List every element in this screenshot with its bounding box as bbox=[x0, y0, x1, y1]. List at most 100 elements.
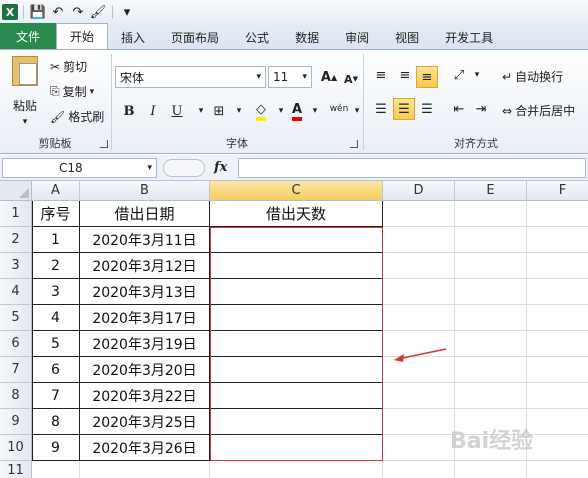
table-cell[interactable] bbox=[80, 461, 210, 478]
tab-view[interactable]: 视图 bbox=[382, 25, 432, 49]
table-cell[interactable]: 2 bbox=[32, 253, 80, 279]
table-cell[interactable]: 2020年3月25日 bbox=[80, 409, 210, 435]
format-painter-button[interactable]: 🖌 格式刷 bbox=[50, 108, 104, 125]
font-launcher-icon[interactable] bbox=[350, 140, 358, 148]
table-cell[interactable] bbox=[32, 461, 80, 478]
font-size-select[interactable]: 11 ▾ bbox=[268, 66, 312, 88]
table-cell[interactable] bbox=[383, 279, 455, 305]
align-left-icon[interactable]: ☰ bbox=[370, 98, 392, 120]
table-cell[interactable]: 2020年3月22日 bbox=[80, 383, 210, 409]
align-bottom-icon[interactable]: ≡ bbox=[416, 66, 438, 88]
table-cell[interactable] bbox=[383, 305, 455, 331]
column-header-b[interactable]: B bbox=[80, 181, 210, 201]
table-cell[interactable] bbox=[455, 357, 527, 383]
row-header[interactable]: 7 bbox=[0, 357, 32, 383]
row-header[interactable]: 5 bbox=[0, 305, 32, 331]
table-cell[interactable] bbox=[455, 461, 527, 478]
save-icon[interactable]: 💾 bbox=[29, 3, 47, 21]
table-cell[interactable] bbox=[210, 409, 383, 435]
table-cell[interactable] bbox=[455, 227, 527, 253]
tab-page-layout[interactable]: 页面布局 bbox=[158, 25, 232, 49]
insert-function-icon[interactable]: fx bbox=[214, 160, 227, 175]
table-cell[interactable] bbox=[527, 357, 588, 383]
align-center-icon[interactable]: ☰ bbox=[393, 98, 415, 120]
table-cell[interactable] bbox=[527, 253, 588, 279]
row-header[interactable]: 4 bbox=[0, 279, 32, 305]
shrink-font-icon[interactable]: A ▼ bbox=[340, 68, 362, 90]
table-cell[interactable] bbox=[527, 409, 588, 435]
table-cell[interactable] bbox=[210, 331, 383, 357]
table-cell[interactable]: 借出天数 bbox=[210, 201, 383, 227]
increase-indent-icon[interactable]: ⇥ bbox=[470, 98, 492, 120]
merge-center-button[interactable]: ⇔ 合并后居中 bbox=[502, 102, 575, 119]
table-cell[interactable] bbox=[455, 253, 527, 279]
table-cell[interactable] bbox=[455, 201, 527, 227]
row-header[interactable]: 6 bbox=[0, 331, 32, 357]
column-header-e[interactable]: E bbox=[455, 181, 527, 201]
table-cell[interactable] bbox=[210, 279, 383, 305]
table-cell[interactable] bbox=[527, 201, 588, 227]
table-cell[interactable]: 4 bbox=[32, 305, 80, 331]
table-cell[interactable] bbox=[383, 201, 455, 227]
tab-insert[interactable]: 插入 bbox=[108, 25, 158, 49]
copy-button[interactable]: ⎘ 复制 ▾ bbox=[50, 83, 94, 100]
column-header-f[interactable]: F bbox=[527, 181, 588, 201]
table-cell[interactable]: 5 bbox=[32, 331, 80, 357]
table-cell[interactable]: 3 bbox=[32, 279, 80, 305]
cut-button[interactable]: ✂ 剪切 bbox=[50, 58, 87, 75]
align-right-icon[interactable]: ☰ bbox=[416, 98, 438, 120]
clipboard-launcher-icon[interactable] bbox=[100, 140, 108, 148]
table-cell[interactable] bbox=[455, 279, 527, 305]
chevron-down-icon[interactable]: ▾ bbox=[466, 64, 488, 86]
table-cell[interactable]: 6 bbox=[32, 357, 80, 383]
table-cell[interactable]: 2020年3月12日 bbox=[80, 253, 210, 279]
italic-button[interactable]: I bbox=[142, 100, 164, 122]
table-cell[interactable]: 8 bbox=[32, 409, 80, 435]
row-header[interactable]: 2 bbox=[0, 227, 32, 253]
bold-button[interactable]: B bbox=[118, 100, 140, 122]
chevron-down-icon[interactable]: ▾ bbox=[346, 100, 368, 122]
decrease-indent-icon[interactable]: ⇤ bbox=[448, 98, 470, 120]
table-cell[interactable] bbox=[455, 383, 527, 409]
tab-home[interactable]: 开始 bbox=[56, 23, 109, 49]
tab-formulas[interactable]: 公式 bbox=[232, 25, 282, 49]
grow-font-icon[interactable]: A ▲ bbox=[318, 66, 340, 88]
table-cell[interactable]: 序号 bbox=[32, 201, 80, 227]
table-cell[interactable]: 7 bbox=[32, 383, 80, 409]
align-top-icon[interactable]: ≡ bbox=[370, 64, 392, 86]
chevron-down-icon[interactable]: ▾ bbox=[304, 100, 326, 122]
table-cell[interactable] bbox=[210, 461, 383, 478]
fill-color-icon[interactable]: ◇ bbox=[250, 100, 272, 122]
font-name-select[interactable]: 宋体 ▾ bbox=[115, 66, 266, 88]
formula-input[interactable] bbox=[238, 158, 586, 178]
table-cell[interactable] bbox=[455, 305, 527, 331]
name-box[interactable]: C18 ▾ bbox=[2, 158, 157, 178]
tab-data[interactable]: 数据 bbox=[282, 25, 332, 49]
column-header-d[interactable]: D bbox=[383, 181, 455, 201]
table-cell[interactable]: 2020年3月26日 bbox=[80, 435, 210, 461]
table-cell[interactable] bbox=[210, 435, 383, 461]
table-cell[interactable]: 2020年3月11日 bbox=[80, 227, 210, 253]
chevron-down-icon[interactable]: ▾ bbox=[228, 100, 250, 122]
table-cell[interactable] bbox=[383, 461, 455, 478]
row-header[interactable]: 1 bbox=[0, 201, 32, 227]
table-cell[interactable] bbox=[455, 331, 527, 357]
table-cell[interactable] bbox=[210, 383, 383, 409]
table-cell[interactable]: 2020年3月17日 bbox=[80, 305, 210, 331]
row-header[interactable]: 3 bbox=[0, 253, 32, 279]
table-cell[interactable] bbox=[383, 253, 455, 279]
redo-icon[interactable]: ↷ bbox=[69, 3, 87, 21]
table-cell[interactable]: 9 bbox=[32, 435, 80, 461]
underline-button[interactable]: U bbox=[166, 100, 188, 122]
select-all-corner[interactable] bbox=[0, 181, 32, 201]
row-header[interactable]: 11 bbox=[0, 461, 32, 478]
wrap-text-button[interactable]: ↵ 自动换行 bbox=[502, 68, 563, 85]
tab-review[interactable]: 审阅 bbox=[332, 25, 382, 49]
tab-file[interactable]: 文件 bbox=[0, 23, 56, 49]
table-cell[interactable] bbox=[527, 435, 588, 461]
table-cell[interactable] bbox=[527, 331, 588, 357]
table-cell[interactable] bbox=[527, 279, 588, 305]
excel-logo-icon[interactable]: X bbox=[2, 4, 18, 20]
column-header-a[interactable]: A bbox=[32, 181, 80, 201]
table-cell[interactable] bbox=[383, 435, 455, 461]
